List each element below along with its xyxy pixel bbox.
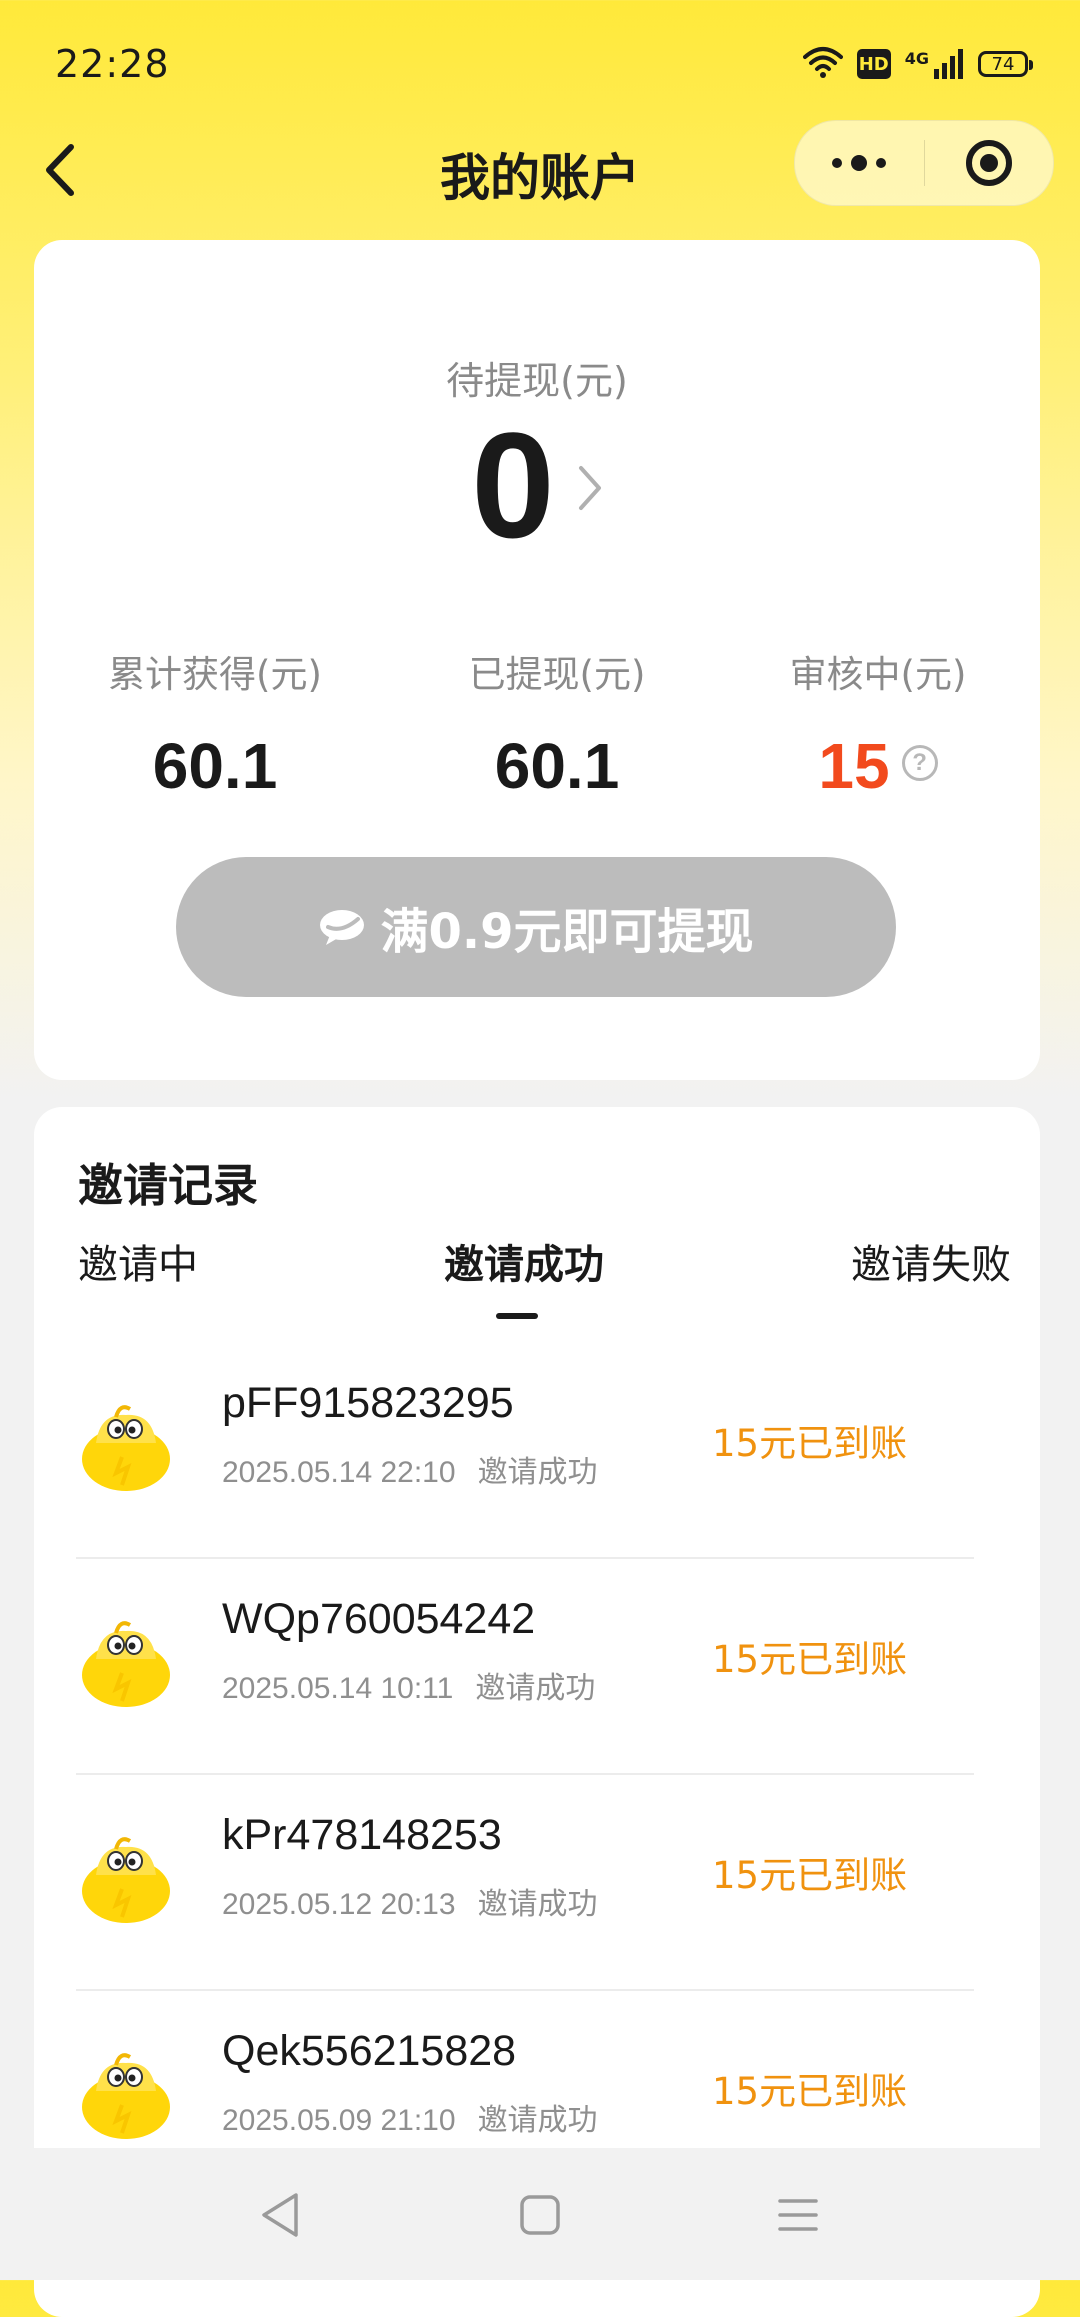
- triangle-back-icon: [262, 2193, 298, 2237]
- stat-total-earned: 累计获得(元) 60.1: [65, 650, 365, 802]
- mini-program-capsule: [794, 120, 1054, 206]
- record-date: 2025.05.14 22:10: [222, 1456, 456, 1489]
- avatar: [76, 1611, 176, 1711]
- invite-record-row: WQp760054242 2025.05.14 10:11 邀请成功 15元已到账: [76, 1559, 998, 1775]
- record-meta: 2025.05.14 22:10 邀请成功: [222, 1447, 598, 1491]
- record-meta-status: 邀请成功: [477, 2103, 598, 2138]
- more-button[interactable]: [795, 121, 924, 205]
- system-back-button[interactable]: [245, 2180, 315, 2250]
- battery-icon: 74: [978, 51, 1033, 77]
- record-meta: 2025.05.14 10:11 邀请成功: [222, 1663, 595, 1707]
- wifi-icon: [802, 45, 843, 83]
- record-username: pFF915823295: [222, 1379, 514, 1427]
- stat-value: 60.1: [152, 730, 278, 802]
- withdraw-button[interactable]: 满0.9元即可提现: [176, 857, 896, 997]
- close-miniprogram-button[interactable]: [925, 121, 1054, 205]
- status-time: 22:28: [55, 42, 170, 86]
- system-nav-bar: [0, 2148, 1080, 2280]
- pending-amount: 0: [471, 401, 555, 569]
- invite-record-row: kPr478148253 2025.05.12 20:13 邀请成功 15元已到账: [76, 1775, 998, 1991]
- menu-lines-icon: [778, 2199, 818, 2231]
- tab-inviting[interactable]: 邀请中: [78, 1237, 198, 1293]
- pending-label: 待提现(元): [446, 359, 628, 403]
- nav-bar: 我的账户: [0, 110, 1080, 230]
- record-meta: 2025.05.09 21:10 邀请成功: [222, 2095, 598, 2139]
- record-meta-status: 邀请成功: [477, 1455, 598, 1490]
- record-username: WQp760054242: [222, 1595, 536, 1643]
- status-icons: HD 4G 74: [802, 44, 1033, 84]
- active-tab-indicator: [496, 1313, 538, 1319]
- record-date: 2025.05.12 20:13: [222, 1888, 456, 1921]
- network-type-label: 4G: [904, 49, 929, 68]
- target-circle-icon: [965, 140, 1012, 186]
- stat-withdrawn: 已提现(元) 60.1: [407, 650, 707, 802]
- record-date: 2025.05.14 10:11: [222, 1672, 454, 1705]
- system-menu-button[interactable]: [763, 2180, 833, 2250]
- record-meta-status: 邀请成功: [477, 1887, 598, 1922]
- account-card: 待提现(元) 0 累计获得(元) 60.1 已提现(元) 60.1 审核中(元)…: [34, 240, 1040, 1080]
- stat-under-review: 审核中(元) 15 ?: [728, 650, 1028, 802]
- stat-value: 60.1: [494, 730, 620, 802]
- hd-badge: HD: [856, 49, 891, 79]
- avatar: [76, 1827, 176, 1927]
- battery-level: 74: [991, 53, 1015, 75]
- stats-row: 累计获得(元) 60.1 已提现(元) 60.1 审核中(元) 15 ?: [34, 650, 1040, 802]
- record-username: kPr478148253: [222, 1811, 502, 1859]
- system-home-button[interactable]: [505, 2180, 575, 2250]
- signal-icon: 4G: [905, 49, 964, 79]
- wechat-pay-icon: [318, 907, 368, 947]
- square-home-icon: [520, 2195, 560, 2235]
- stat-label: 累计获得(元): [108, 653, 322, 696]
- stat-label: 已提现(元): [468, 653, 646, 696]
- record-reward-status: 15元已到账: [712, 2070, 908, 2113]
- avatar: [76, 2043, 176, 2143]
- chevron-right-icon: [577, 464, 603, 516]
- stat-label: 审核中(元): [789, 653, 967, 696]
- withdraw-button-label: 满0.9元即可提现: [380, 904, 754, 960]
- record-reward-status: 15元已到账: [712, 1638, 908, 1681]
- stat-value: 15 ?: [728, 730, 1028, 802]
- avatar: [76, 1395, 176, 1495]
- invite-record-row: pFF915823295 2025.05.14 22:10 邀请成功 15元已到账: [76, 1343, 998, 1559]
- invite-records-title: 邀请记录: [78, 1159, 259, 1212]
- record-reward-status: 15元已到账: [712, 1422, 908, 1465]
- record-meta: 2025.05.12 20:13 邀请成功: [222, 1879, 598, 1923]
- record-username: Qek556215828: [222, 2027, 517, 2075]
- invite-records-card: 邀请记录 邀请中 邀请成功 邀请失败 pFF915823295 2025.05.1…: [34, 1107, 1040, 2317]
- record-date: 2025.05.09 21:10: [222, 2104, 456, 2137]
- more-dots-icon: [832, 155, 887, 171]
- tab-invite-failed[interactable]: 邀请失败: [851, 1237, 1011, 1293]
- help-icon[interactable]: ?: [901, 745, 938, 781]
- tab-invite-success[interactable]: 邀请成功: [444, 1237, 604, 1293]
- pending-amount-row[interactable]: 0: [34, 400, 1040, 570]
- record-reward-status: 15元已到账: [712, 1854, 908, 1897]
- record-meta-status: 邀请成功: [475, 1671, 596, 1706]
